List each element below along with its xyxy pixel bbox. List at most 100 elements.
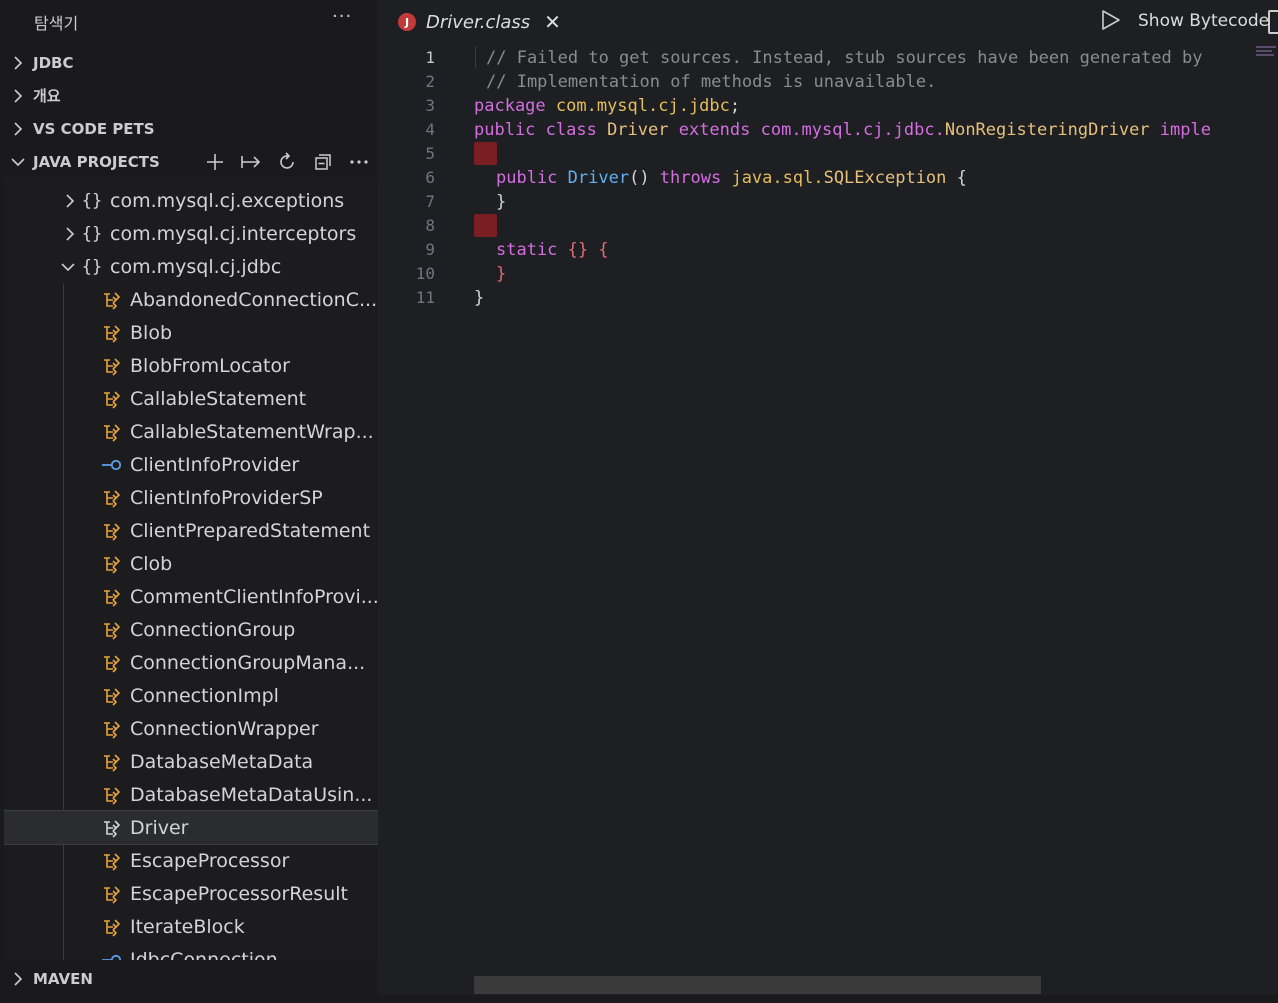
code-punct: {: [946, 168, 967, 188]
tree-package-interceptors[interactable]: {} com.mysql.cj.interceptors: [4, 217, 378, 250]
tree-item-label: EscapeProcessor: [130, 849, 290, 872]
editor-tab-bar: J Driver.class ✕ Show Bytecode: [378, 0, 1278, 44]
code-line-7: }: [496, 192, 507, 212]
tree-item-jdbcconnection[interactable]: JdbcConnection: [4, 943, 378, 960]
tree-item-label: CallableStatement: [130, 387, 307, 410]
tree-item-databasemetadata[interactable]: DatabaseMetaData: [4, 745, 378, 778]
code-keyword: package: [474, 96, 546, 116]
tree-item-label: EscapeProcessorResult: [130, 882, 348, 905]
error-marker[interactable]: [474, 214, 497, 237]
section-label: VS CODE PETS: [33, 119, 155, 138]
tree-item-label: Blob: [130, 321, 172, 344]
run-icon[interactable]: [1100, 8, 1122, 36]
package-name: com.mysql.cj.interceptors: [110, 222, 357, 245]
close-icon[interactable]: ✕: [544, 10, 561, 34]
tree-item-label: ConnectionImpl: [130, 684, 279, 707]
line-number: 10: [415, 264, 435, 283]
refresh-icon[interactable]: [274, 149, 300, 175]
class-icon: [100, 323, 124, 343]
tree-item-escapeprocessor[interactable]: EscapeProcessor: [4, 844, 378, 877]
tree-item-connectiongroup[interactable]: ConnectionGroup: [4, 613, 378, 646]
code-keyword: public class: [474, 120, 597, 140]
tree-item-clientinfoprovider[interactable]: ClientInfoProvider: [4, 448, 378, 481]
tree-package-jdbc[interactable]: {} com.mysql.cj.jdbc: [4, 250, 378, 283]
line-number: 9: [425, 240, 435, 259]
class-icon: [100, 290, 124, 310]
class-icon: [100, 686, 124, 706]
section-vscode-pets[interactable]: VS CODE PETS: [4, 112, 378, 145]
section-outline[interactable]: 개요: [4, 79, 378, 112]
class-icon: [100, 818, 124, 838]
section-java-projects[interactable]: JAVA PROJECTS: [4, 145, 378, 178]
split-editor-icon[interactable]: [1268, 10, 1278, 34]
chevron-down-icon: [58, 262, 78, 272]
class-icon: [100, 488, 124, 508]
class-icon: [100, 719, 124, 739]
tree-item-connectionimpl[interactable]: ConnectionImpl: [4, 679, 378, 712]
line-number: 2: [425, 72, 435, 91]
tree-item-escapeprocessorresult[interactable]: EscapeProcessorResult: [4, 877, 378, 910]
tree-item-label: ClientPreparedStatement: [130, 519, 371, 542]
tree-item-label: CallableStatementWrap...: [130, 420, 374, 443]
code-line-11: }: [474, 288, 485, 308]
tree-item-blob[interactable]: Blob: [4, 316, 378, 349]
class-icon: [100, 554, 124, 574]
error-marker[interactable]: [474, 142, 497, 165]
chevron-right-icon: [4, 55, 32, 70]
explorer-header: 탐색기 ···: [0, 0, 378, 44]
code-punct: ;: [729, 96, 741, 116]
tree-item-driver[interactable]: Driver: [4, 810, 378, 845]
code-editor[interactable]: 1 2 3 4 5 6 7 8 9 10 11 // Failed to get…: [378, 44, 1278, 974]
tree-item-connectionwrapper[interactable]: ConnectionWrapper: [4, 712, 378, 745]
line-number: 4: [425, 120, 435, 139]
line-number: 1: [425, 48, 435, 67]
line-number: 3: [425, 96, 435, 115]
section-label: 개요: [33, 87, 61, 105]
java-projects-tree: {} com.mysql.cj.exceptions {} com.mysql.…: [4, 178, 378, 960]
class-icon: [100, 422, 124, 442]
tree-item-blobfromlocator[interactable]: BlobFromLocator: [4, 349, 378, 382]
chevron-right-icon: [4, 971, 32, 986]
show-bytecode-button[interactable]: Show Bytecode: [1138, 11, 1269, 31]
tab-driver-class[interactable]: J Driver.class ✕: [378, 0, 564, 44]
add-icon[interactable]: [202, 149, 228, 175]
tree-item-label: CommentClientInfoProvi...: [130, 585, 378, 608]
tree-item-label: ConnectionGroup: [130, 618, 296, 641]
tab-label: Driver.class: [426, 11, 531, 33]
tree-item-iterateblock[interactable]: IterateBlock: [4, 910, 378, 943]
class-icon: [100, 587, 124, 607]
more-icon[interactable]: [346, 149, 372, 175]
tree-item-connectiongroupmana[interactable]: ConnectionGroupMana...: [4, 646, 378, 679]
tree-item-databasemetadatausin[interactable]: DatabaseMetaDataUsin...: [4, 778, 378, 811]
tree-package-exceptions[interactable]: {} com.mysql.cj.exceptions: [4, 184, 378, 217]
section-label: JDBC: [33, 53, 74, 72]
tree-item-clientinfoprovidersp[interactable]: ClientInfoProviderSP: [4, 481, 378, 514]
code-punct: (): [629, 168, 650, 188]
tree-item-callablestatementwrap[interactable]: CallableStatementWrap...: [4, 415, 378, 448]
link-icon[interactable]: [238, 149, 264, 175]
indent-guide: [475, 46, 476, 68]
class-icon: [100, 917, 124, 937]
section-jdbc[interactable]: JDBC: [4, 46, 378, 79]
tree-item-abandonedconnectionc[interactable]: AbandonedConnectionC...: [4, 283, 378, 316]
tree-item-callablestatement[interactable]: CallableStatement: [4, 382, 378, 415]
section-maven[interactable]: MAVEN: [4, 962, 378, 995]
tree-item-clob[interactable]: Clob: [4, 547, 378, 580]
code-keyword: throws: [649, 168, 722, 188]
tree-item-label: ClientInfoProvider: [130, 453, 300, 476]
code-package: com.mysql.cj.jdbc.: [750, 120, 945, 140]
tree-item-commentclientinfoprovi[interactable]: CommentClientInfoProvi...: [4, 580, 378, 613]
code-keyword: imple: [1149, 120, 1211, 140]
collapse-all-icon[interactable]: [310, 149, 336, 175]
code-line-9: static {} {: [496, 240, 609, 260]
chevron-right-icon: [60, 193, 80, 209]
chevron-right-icon: [4, 121, 32, 136]
more-icon[interactable]: ···: [332, 6, 352, 27]
code-keyword: public: [496, 168, 558, 188]
horizontal-scrollbar[interactable]: [474, 976, 1041, 994]
minimap[interactable]: [1256, 46, 1278, 64]
tree-item-clientpreparedstatement[interactable]: ClientPreparedStatement: [4, 514, 378, 547]
explorer-title: 탐색기: [34, 14, 79, 33]
class-icon: [100, 752, 124, 772]
chevron-down-icon: [4, 157, 32, 167]
